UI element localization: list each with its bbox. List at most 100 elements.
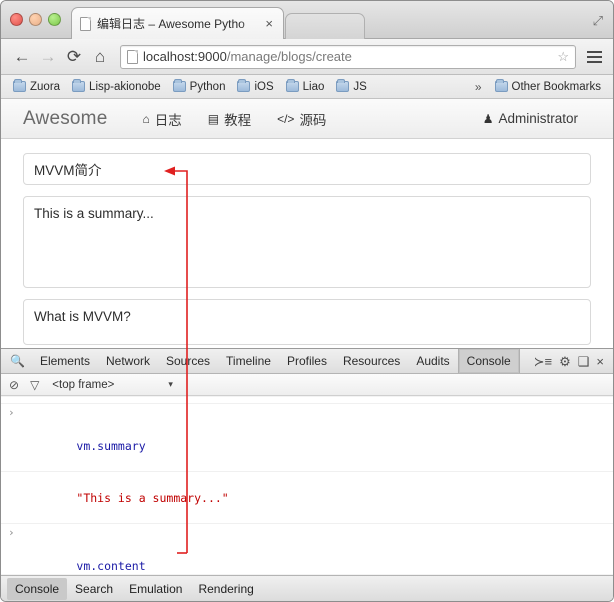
drawer-tab-emulation[interactable]: Emulation bbox=[121, 578, 190, 600]
bookmarks-bar: Zuora Lisp-akionobe Python iOS Liao JS »… bbox=[1, 75, 613, 99]
console-row: "Introduction of MVVM" bbox=[1, 397, 613, 404]
console-row: "This is a summary..." bbox=[1, 472, 613, 525]
folder-icon bbox=[494, 79, 508, 92]
minimize-window-button[interactable] bbox=[29, 13, 42, 26]
home-icon: ⌂ bbox=[142, 111, 150, 126]
prompt-icon: › bbox=[8, 526, 15, 540]
tab-timeline[interactable]: Timeline bbox=[218, 349, 279, 373]
tab-title: 编辑日志 – Awesome Pytho bbox=[97, 17, 245, 31]
console-filter-bar: ⊘ ▽ <top frame> ▾ bbox=[1, 374, 613, 396]
other-bookmarks-item[interactable]: Other Bookmarks bbox=[489, 79, 607, 93]
nav-item-tutorials[interactable]: ▤ 教程 bbox=[195, 109, 264, 129]
settings-gear-icon[interactable]: ⚙ bbox=[559, 355, 571, 368]
back-icon[interactable]: ← bbox=[9, 44, 35, 70]
chevron-down-icon: ▾ bbox=[168, 379, 173, 389]
tab-elements[interactable]: Elements bbox=[32, 349, 98, 373]
blog-content-textarea[interactable] bbox=[23, 299, 591, 345]
prompt-icon: › bbox=[8, 406, 15, 419]
url-page-icon bbox=[127, 49, 138, 64]
nav-item-label: 教程 bbox=[224, 112, 252, 128]
tab-sources[interactable]: Sources bbox=[158, 349, 218, 373]
window-controls bbox=[10, 13, 61, 26]
folder-icon bbox=[237, 79, 251, 92]
console-input: vm.content bbox=[76, 558, 146, 573]
url-path: /manage/blogs/create bbox=[226, 49, 352, 64]
site-navbar: Awesome ⌂ 日志 ▤ 教程 </> 源码 ♟ Administrator bbox=[1, 99, 613, 139]
home-icon[interactable]: ⌂ bbox=[87, 44, 113, 70]
bookmark-label: Python bbox=[189, 80, 226, 93]
devtools-drawer-tabbar: Console Search Emulation Rendering bbox=[1, 575, 613, 601]
devtools-panel: 🔍 Elements Network Sources Timeline Prof… bbox=[1, 348, 613, 601]
tab-audits[interactable]: Audits bbox=[408, 349, 457, 373]
tab-close-icon[interactable]: × bbox=[263, 17, 275, 30]
title-bar: 编辑日志 – Awesome Pytho × ⤢ bbox=[1, 1, 613, 39]
close-devtools-icon[interactable]: × bbox=[596, 355, 604, 368]
bookmark-label: Zuora bbox=[30, 80, 61, 93]
search-icon[interactable]: 🔍 bbox=[6, 354, 32, 368]
expand-window-icon[interactable]: ⤢ bbox=[593, 13, 603, 29]
devtools-tabbar: 🔍 Elements Network Sources Timeline Prof… bbox=[1, 349, 613, 374]
drawer-tab-console[interactable]: Console bbox=[7, 577, 68, 600]
code-icon: </> bbox=[277, 111, 295, 126]
tab-network[interactable]: Network bbox=[98, 349, 158, 373]
folder-icon bbox=[172, 79, 186, 92]
blog-title-input[interactable] bbox=[23, 153, 591, 185]
new-tab-area[interactable] bbox=[285, 13, 365, 39]
devtools-toolbar-right: ≻≡ ⚙ ❑ × bbox=[534, 355, 608, 368]
zoom-window-button[interactable] bbox=[48, 13, 61, 26]
folder-icon bbox=[285, 79, 299, 92]
blog-edit-form bbox=[1, 139, 613, 345]
nav-item-user[interactable]: ♟ Administrator bbox=[470, 111, 591, 126]
bookmark-item[interactable]: iOS bbox=[231, 79, 279, 93]
clear-console-icon[interactable]: ⊘ bbox=[9, 378, 19, 392]
bookmark-item[interactable]: JS bbox=[330, 79, 372, 93]
site-nav-right: ♟ Administrator bbox=[470, 111, 591, 126]
bookmark-label: Liao bbox=[302, 80, 325, 93]
site-brand[interactable]: Awesome bbox=[23, 108, 107, 130]
folder-icon bbox=[336, 79, 350, 92]
url-text: localhost:9000/manage/blogs/create bbox=[143, 49, 557, 64]
browser-window: 编辑日志 – Awesome Pytho × ⤢ ← → ⟳ ⌂ localho… bbox=[0, 0, 614, 602]
bookmark-label: Lisp-akionobe bbox=[89, 80, 161, 93]
blog-summary-textarea[interactable] bbox=[23, 196, 591, 288]
tab-console[interactable]: Console bbox=[457, 349, 520, 373]
nav-item-blogs[interactable]: ⌂ 日志 bbox=[129, 109, 194, 129]
reload-icon[interactable]: ⟳ bbox=[61, 44, 87, 70]
bookmark-item[interactable]: Liao bbox=[280, 79, 331, 93]
page-favicon-icon bbox=[80, 16, 91, 31]
chrome-menu-icon[interactable] bbox=[583, 44, 605, 70]
site-nav-links: ⌂ 日志 ▤ 教程 </> 源码 bbox=[129, 109, 339, 129]
bookmark-item[interactable]: Lisp-akionobe bbox=[66, 79, 167, 93]
url-host: localhost:9000 bbox=[143, 49, 227, 64]
bookmark-item[interactable]: Zuora bbox=[7, 79, 66, 93]
other-bookmarks-label: Other Bookmarks bbox=[511, 80, 601, 93]
console-row: › vm.content bbox=[1, 524, 613, 574]
nav-item-label: 源码 bbox=[299, 112, 327, 128]
folder-icon bbox=[13, 79, 26, 92]
console-row: › vm.summary bbox=[1, 404, 613, 473]
tab-profiles[interactable]: Profiles bbox=[279, 349, 335, 373]
close-window-button[interactable] bbox=[10, 13, 23, 26]
drawer-tab-rendering[interactable]: Rendering bbox=[190, 578, 261, 600]
bookmarks-overflow-icon[interactable]: » bbox=[468, 80, 489, 94]
bookmark-star-icon[interactable]: ☆ bbox=[557, 49, 569, 65]
book-icon: ▤ bbox=[207, 111, 220, 126]
nav-item-source[interactable]: </> 源码 bbox=[264, 109, 339, 129]
console-output: "This is a summary..." bbox=[76, 490, 229, 505]
address-bar[interactable]: localhost:9000/manage/blogs/create ☆ bbox=[120, 44, 576, 69]
user-icon: ♟ bbox=[482, 111, 494, 126]
bookmark-item[interactable]: Python bbox=[167, 79, 232, 93]
browser-tab[interactable]: 编辑日志 – Awesome Pytho × bbox=[71, 7, 284, 39]
browser-screenshot: 编辑日志 – Awesome Pytho × ⤢ ← → ⟳ ⌂ localho… bbox=[0, 0, 614, 602]
dock-side-icon[interactable]: ❑ bbox=[578, 355, 590, 368]
console-input: vm.summary bbox=[76, 438, 146, 453]
drawer-tab-search[interactable]: Search bbox=[67, 578, 121, 600]
filter-icon[interactable]: ▽ bbox=[30, 378, 39, 392]
console-drawer-icon[interactable]: ≻≡ bbox=[534, 355, 552, 368]
frame-selector-value: <top frame> bbox=[52, 378, 115, 391]
frame-selector[interactable]: <top frame> ▾ bbox=[52, 379, 173, 391]
tab-resources[interactable]: Resources bbox=[335, 349, 408, 373]
console-log[interactable]: "Introduction of MVVM" › vm.summary "Thi… bbox=[1, 397, 613, 574]
page-viewport: Awesome ⌂ 日志 ▤ 教程 </> 源码 ♟ Administrator… bbox=[1, 99, 613, 355]
forward-icon[interactable]: → bbox=[35, 44, 61, 70]
